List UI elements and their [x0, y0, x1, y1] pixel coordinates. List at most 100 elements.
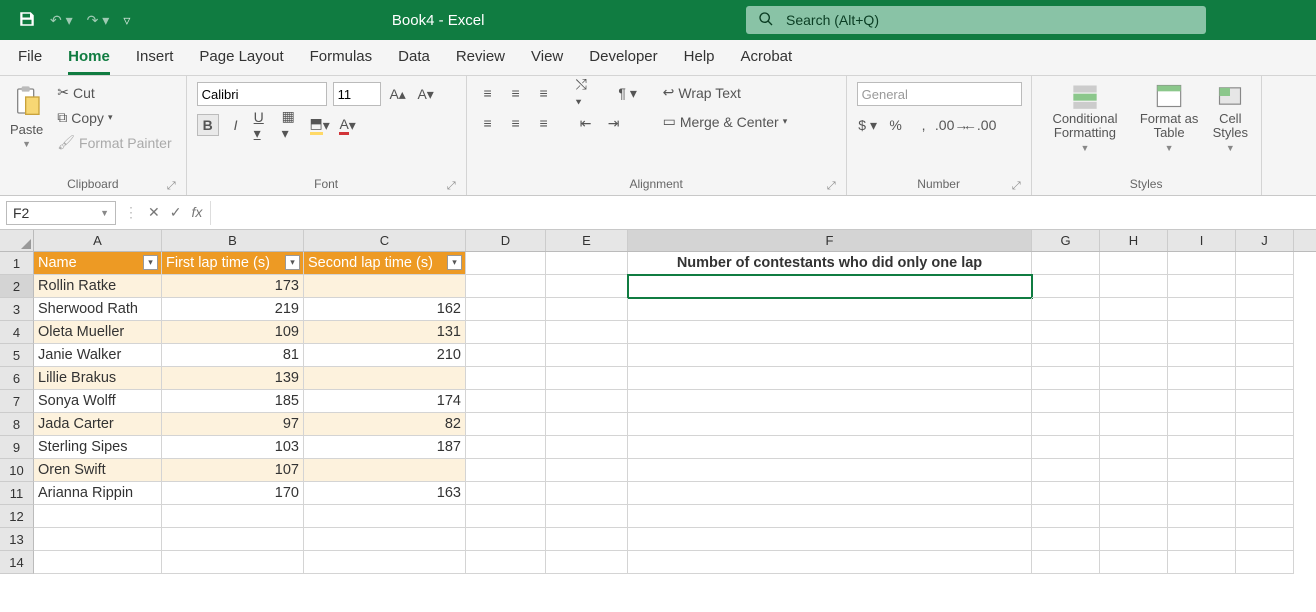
- tab-file[interactable]: File: [18, 48, 42, 75]
- cell[interactable]: 97: [162, 413, 304, 436]
- cell[interactable]: [304, 505, 466, 528]
- cell[interactable]: [546, 367, 628, 390]
- cell[interactable]: [1236, 436, 1294, 459]
- cell[interactable]: [1032, 528, 1100, 551]
- cell[interactable]: [1236, 344, 1294, 367]
- col-header[interactable]: H: [1100, 230, 1168, 251]
- tab-help[interactable]: Help: [684, 48, 715, 75]
- cell[interactable]: Oren Swift: [34, 459, 162, 482]
- cell[interactable]: [546, 252, 628, 275]
- fill-color-button[interactable]: ⬒ ▾: [309, 114, 331, 136]
- cell[interactable]: [304, 528, 466, 551]
- cell[interactable]: [628, 459, 1032, 482]
- cell[interactable]: [628, 505, 1032, 528]
- cell[interactable]: [466, 321, 546, 344]
- cell[interactable]: [1168, 505, 1236, 528]
- bold-button[interactable]: B: [197, 114, 219, 136]
- cell[interactable]: [628, 367, 1032, 390]
- row-header[interactable]: 3: [0, 298, 34, 321]
- cell-styles-button[interactable]: Cell Styles▼: [1210, 82, 1251, 153]
- increase-font-icon[interactable]: A▴: [387, 83, 409, 105]
- cell[interactable]: [162, 551, 304, 574]
- cell[interactable]: [466, 505, 546, 528]
- cell[interactable]: [1236, 252, 1294, 275]
- cell[interactable]: [546, 528, 628, 551]
- chevron-down-icon[interactable]: ▼: [100, 208, 109, 218]
- decrease-font-icon[interactable]: A▾: [415, 83, 437, 105]
- row-header[interactable]: 13: [0, 528, 34, 551]
- cell[interactable]: [1100, 505, 1168, 528]
- cell[interactable]: [1100, 367, 1168, 390]
- cell[interactable]: [1168, 482, 1236, 505]
- cell[interactable]: [162, 505, 304, 528]
- cell[interactable]: [1168, 390, 1236, 413]
- cell[interactable]: [546, 321, 628, 344]
- cell[interactable]: Oleta Mueller: [34, 321, 162, 344]
- cell[interactable]: 173: [162, 275, 304, 298]
- row-header[interactable]: 12: [0, 505, 34, 528]
- cell[interactable]: [1100, 528, 1168, 551]
- cell[interactable]: [1168, 321, 1236, 344]
- cell[interactable]: [466, 459, 546, 482]
- cell[interactable]: [466, 482, 546, 505]
- cell[interactable]: [466, 298, 546, 321]
- cancel-icon[interactable]: ✕: [148, 204, 160, 221]
- cell[interactable]: 131: [304, 321, 466, 344]
- cell[interactable]: [466, 275, 546, 298]
- cell[interactable]: Sonya Wolff: [34, 390, 162, 413]
- dialog-launcher-icon[interactable]: ⤢: [827, 180, 836, 193]
- cell[interactable]: [304, 275, 466, 298]
- row-header[interactable]: 7: [0, 390, 34, 413]
- cell[interactable]: 162: [304, 298, 466, 321]
- cell[interactable]: 170: [162, 482, 304, 505]
- col-header[interactable]: F: [628, 230, 1032, 251]
- cell[interactable]: Arianna Rippin: [34, 482, 162, 505]
- increase-decimal-icon[interactable]: .00→: [941, 114, 963, 136]
- cell[interactable]: [1168, 298, 1236, 321]
- select-all-corner[interactable]: [0, 230, 34, 251]
- cell[interactable]: [1236, 413, 1294, 436]
- qat-more-icon[interactable]: ▿: [123, 12, 130, 29]
- cell[interactable]: [628, 275, 1032, 298]
- align-right-icon[interactable]: ≡: [533, 112, 555, 134]
- table-header[interactable]: Name: [34, 252, 162, 275]
- paste-button[interactable]: Paste ▼: [10, 82, 43, 149]
- cell[interactable]: [1168, 459, 1236, 482]
- cell[interactable]: [546, 275, 628, 298]
- cell[interactable]: [1032, 459, 1100, 482]
- cell[interactable]: [1236, 528, 1294, 551]
- cell[interactable]: [546, 298, 628, 321]
- number-format-select[interactable]: [857, 82, 1022, 106]
- cell[interactable]: [546, 413, 628, 436]
- cell[interactable]: [34, 551, 162, 574]
- cell[interactable]: [466, 252, 546, 275]
- cell[interactable]: 210: [304, 344, 466, 367]
- cell[interactable]: [1236, 321, 1294, 344]
- col-header[interactable]: I: [1168, 230, 1236, 251]
- cell[interactable]: [1168, 252, 1236, 275]
- cell[interactable]: [1032, 413, 1100, 436]
- cell[interactable]: [1032, 551, 1100, 574]
- cell[interactable]: [546, 390, 628, 413]
- enter-icon[interactable]: ✓: [170, 204, 182, 221]
- formula-input[interactable]: [210, 201, 1316, 225]
- cell[interactable]: [466, 367, 546, 390]
- cell[interactable]: [466, 436, 546, 459]
- tab-home[interactable]: Home: [68, 48, 110, 75]
- cell[interactable]: [546, 436, 628, 459]
- orientation-icon[interactable]: ⤭ ▾: [575, 82, 597, 104]
- cell[interactable]: Lillie Brakus: [34, 367, 162, 390]
- cell[interactable]: [1032, 390, 1100, 413]
- cell[interactable]: 185: [162, 390, 304, 413]
- col-header[interactable]: E: [546, 230, 628, 251]
- cell[interactable]: [1032, 321, 1100, 344]
- col-header[interactable]: A: [34, 230, 162, 251]
- copy-button[interactable]: ⧉Copy ▾: [53, 107, 175, 128]
- cell[interactable]: [1100, 413, 1168, 436]
- italic-button[interactable]: I: [225, 114, 247, 136]
- format-as-table-button[interactable]: Format as Table▼: [1138, 82, 1200, 153]
- cell[interactable]: Janie Walker: [34, 344, 162, 367]
- cell[interactable]: [466, 390, 546, 413]
- comma-icon[interactable]: ,: [913, 114, 935, 136]
- cell[interactable]: [304, 459, 466, 482]
